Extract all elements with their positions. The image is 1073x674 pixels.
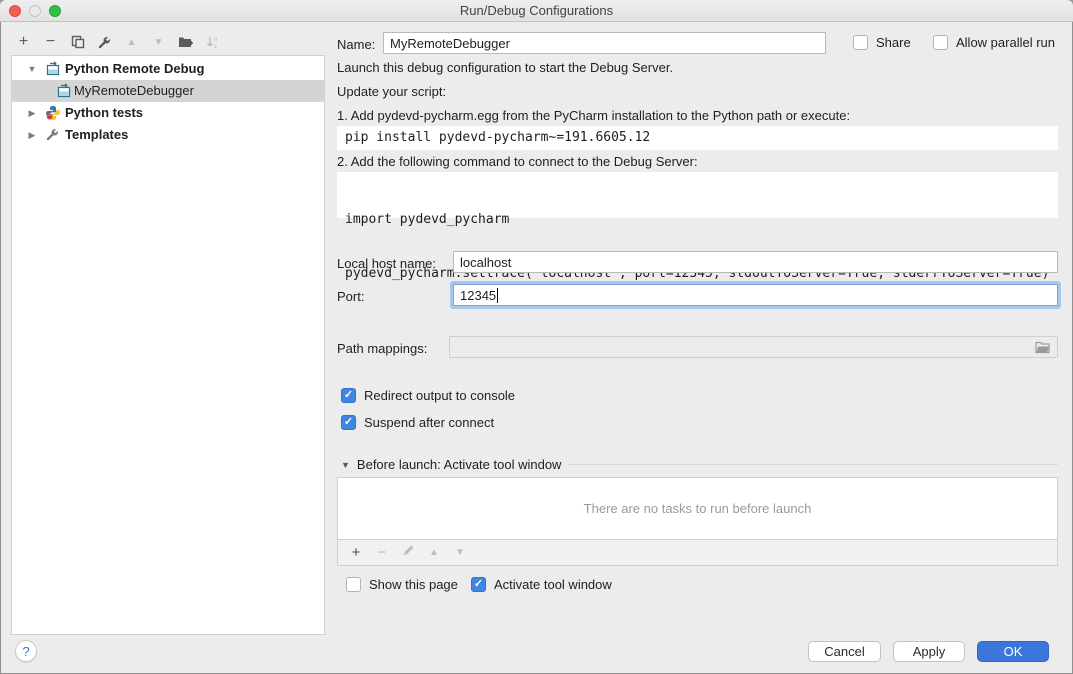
before-launch-title: Before launch: Activate tool window — [357, 457, 562, 472]
name-input[interactable]: MyRemoteDebugger — [383, 32, 826, 54]
cancel-button[interactable]: Cancel — [808, 641, 881, 662]
run-debug-configurations-dialog: Run/Debug Configurations + − ▲ ▼ — [0, 0, 1073, 674]
sort-alphabetically-icon: a z — [201, 31, 224, 53]
section-divider — [568, 464, 1058, 465]
move-down-icon: ▼ — [147, 31, 170, 53]
path-mappings-input[interactable] — [449, 336, 1058, 358]
suspend-after-connect-label: Suspend after connect — [364, 415, 494, 430]
ok-button[interactable]: OK — [977, 641, 1049, 662]
name-value: MyRemoteDebugger — [390, 36, 510, 51]
chevron-right-icon[interactable]: ▶ — [26, 108, 38, 119]
port-input[interactable]: 12345 — [453, 284, 1058, 306]
move-task-up-icon: ▲ — [426, 547, 442, 558]
tree-item-myremotedebugger[interactable]: MyRemoteDebugger — [12, 80, 324, 102]
name-label: Name: — [337, 37, 375, 52]
svg-text:z: z — [214, 44, 217, 50]
move-up-icon: ▲ — [120, 31, 143, 53]
new-folder-icon[interactable] — [174, 31, 197, 53]
add-task-button[interactable]: + — [348, 544, 364, 561]
tree-item-label: Python tests — [65, 105, 143, 120]
activate-tool-window-checkbox[interactable]: ✓ — [471, 577, 486, 592]
add-configuration-button[interactable]: + — [12, 31, 35, 53]
tree-item-python-tests[interactable]: ▶ Python tests — [12, 102, 324, 124]
title-bar: Run/Debug Configurations — [0, 0, 1073, 22]
show-this-page-label: Show this page — [369, 577, 458, 592]
before-launch-task-list: There are no tasks to run before launch — [337, 477, 1058, 540]
settrace-code: import pydevd_pycharm pydevd_pycharm.set… — [337, 172, 1058, 218]
path-mappings-label: Path mappings: — [337, 341, 427, 356]
move-task-down-icon: ▼ — [452, 547, 468, 558]
text-cursor — [497, 288, 498, 303]
chevron-down-icon[interactable]: ▼ — [26, 64, 38, 74]
local-host-name-input[interactable]: localhost — [453, 251, 1058, 273]
run-config-icon — [45, 61, 61, 77]
share-label: Share — [876, 35, 911, 50]
svg-text:a: a — [214, 37, 218, 43]
configurations-tree: ▼ Python Remote Debug MyRemoteDebugger — [11, 55, 325, 635]
port-label: Port: — [337, 289, 364, 304]
activate-tool-window-label: Activate tool window — [494, 577, 612, 592]
settrace-code-line1: import pydevd_pycharm — [345, 211, 1050, 229]
python-icon — [45, 105, 61, 121]
local-host-name-label: Local host name: — [337, 256, 436, 271]
tree-item-label: MyRemoteDebugger — [74, 83, 194, 98]
empty-tasks-text: There are no tasks to run before launch — [584, 501, 812, 516]
remove-task-button: − — [374, 544, 390, 561]
redirect-output-checkbox[interactable]: ✓ — [341, 388, 356, 403]
edit-task-pencil-icon — [400, 544, 416, 561]
apply-button[interactable]: Apply — [893, 641, 965, 662]
share-checkbox[interactable] — [853, 35, 868, 50]
before-launch-section-header[interactable]: ▼ Before launch: Activate tool window — [341, 457, 1058, 472]
wrench-icon — [45, 127, 61, 143]
suspend-after-connect-checkbox[interactable]: ✓ — [341, 415, 356, 430]
tree-item-label: Python Remote Debug — [65, 61, 204, 76]
allow-parallel-run-checkbox[interactable] — [933, 35, 948, 50]
tree-item-label: Templates — [65, 127, 128, 142]
before-launch-toolbar: + − ▲ ▼ — [337, 540, 1058, 566]
tree-item-templates[interactable]: ▶ Templates — [12, 124, 324, 146]
local-host-name-value: localhost — [460, 255, 511, 270]
configurations-toolbar: + − ▲ ▼ a z — [12, 30, 224, 54]
show-this-page-checkbox[interactable] — [346, 577, 361, 592]
window-title: Run/Debug Configurations — [0, 3, 1073, 18]
help-button[interactable]: ? — [15, 640, 37, 662]
step1-text: 1. Add pydevd-pycharm.egg from the PyCha… — [337, 108, 850, 123]
remove-configuration-button[interactable]: − — [39, 31, 62, 53]
port-value: 12345 — [460, 288, 496, 303]
update-script-text: Update your script: — [337, 84, 446, 99]
browse-folder-icon[interactable] — [1035, 341, 1051, 354]
tree-item-python-remote-debug[interactable]: ▼ Python Remote Debug — [12, 58, 324, 80]
redirect-output-label: Redirect output to console — [364, 388, 515, 403]
copy-configuration-icon[interactable] — [66, 31, 89, 53]
allow-parallel-run-label: Allow parallel run — [956, 35, 1055, 50]
run-config-icon — [56, 83, 72, 99]
intro-text: Launch this debug configuration to start… — [337, 60, 673, 75]
pip-install-code: pip install pydevd-pycharm~=191.6605.12 — [337, 126, 1058, 150]
step2-text: 2. Add the following command to connect … — [337, 154, 698, 169]
edit-defaults-wrench-icon[interactable] — [93, 31, 116, 53]
chevron-right-icon[interactable]: ▶ — [26, 130, 38, 141]
chevron-down-icon[interactable]: ▼ — [341, 460, 350, 470]
